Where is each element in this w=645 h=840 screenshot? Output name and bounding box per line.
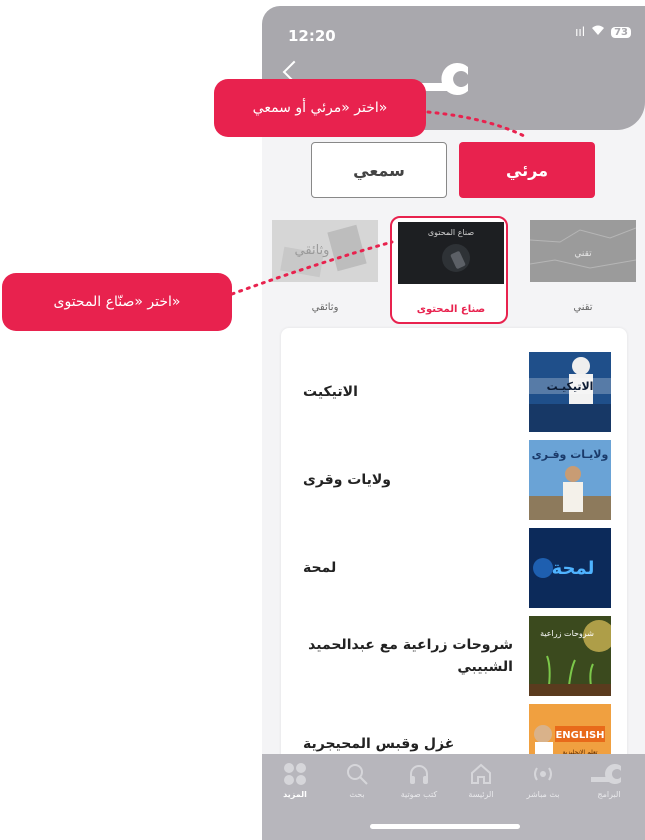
program-thumb-text: الاتيكيـت [547,380,594,393]
program-thumb-text: شروحات زراعية [540,629,594,638]
program-thumb-text: لمحة [552,558,595,579]
category-documentary-label: وثائقي [311,302,339,313]
program-title: شروحات زراعية مع عبدالحميد الشبيبي [308,637,513,675]
search-icon [347,764,368,785]
category-content-creators[interactable]: صناع المحتوى صناع المحتوى [390,216,508,324]
category-tech[interactable]: تقني تقني [524,216,642,324]
tab-live-label: بث مباشر [526,790,560,799]
status-time: 12:20 [288,27,336,45]
category-documentary-thumbnail: وثائقي [272,220,378,282]
program-item[interactable]: الاتيكيـت الاتيكيت [281,348,627,436]
program-title: لمحة [303,560,337,576]
program-item[interactable]: شروحات زراعية شروحات زراعية مع عبدالحميد… [281,612,627,700]
tab-visual[interactable]: مرئي [459,142,595,198]
more-grid-icon [284,763,306,785]
tab-live[interactable]: بث مباشر [516,762,570,812]
wifi-icon [591,25,605,39]
tab-more-label: المزيد [283,790,307,799]
program-thumbnail: ولايـات وقـرى [529,440,611,520]
tab-audiobooks[interactable]: كتب صوتية [392,762,446,812]
category-documentary[interactable]: وثائقي وثائقي [266,216,384,324]
callout-choose-type: اختر «مرئي أو سمعي» [214,79,426,137]
category-creators-thumbnail: صناع المحتوى [398,222,504,284]
program-item[interactable]: ولايـات وقـرى ولايات وقرى [281,436,627,524]
category-tech-thumbnail: تقني [530,220,636,282]
tab-programs-label: البرامج [597,790,621,799]
status-icons: ııl 73 [575,25,631,39]
tab-programs[interactable]: البرامج [582,762,636,812]
home-icon [471,763,491,784]
home-indicator[interactable] [370,824,520,829]
tab-home-label: الرئيسة [468,790,494,799]
signal-icon: ııl [575,25,586,39]
category-documentary-thumb-text: وثائقي [295,243,330,258]
program-title: ولايات وقرى [303,472,391,488]
category-creators-thumb-text: صناع المحتوى [428,228,474,237]
category-tech-thumb-text: تقني [574,249,592,259]
program-thumbnail: الاتيكيـت [529,352,611,432]
program-title: الاتيكيت [303,384,358,400]
app-logo-icon [418,63,468,95]
tab-search[interactable]: بحث [330,762,384,812]
category-tech-label: تقني [573,302,593,313]
program-thumbnail: لمحة [529,528,611,608]
callout-choose-creators: اختر «صنّاع المحتوى» [2,273,232,331]
tab-search-label: بحث [349,790,365,799]
tab-home[interactable]: الرئيسة [454,762,508,812]
program-thumb-text: ولايـات وقـرى [532,448,609,461]
program-list: الاتيكيـت الاتيكيت ولايـات وقـرى ولايات … [281,328,627,788]
tab-audiobooks-label: كتب صوتية [400,790,438,799]
headphones-icon [410,765,428,784]
program-thumbnail: شروحات زراعية [529,616,611,696]
program-thumb-text: ENGLISH [555,730,604,741]
programs-logo-icon [591,764,621,784]
battery-level: 73 [611,26,631,38]
live-broadcast-icon [534,767,552,781]
tab-more[interactable]: المزيد [268,762,322,812]
program-item[interactable]: لمحة لمحة [281,524,627,612]
tab-audio[interactable]: سمعي [311,142,447,198]
category-creators-label: صناع المحتوى [416,304,486,315]
